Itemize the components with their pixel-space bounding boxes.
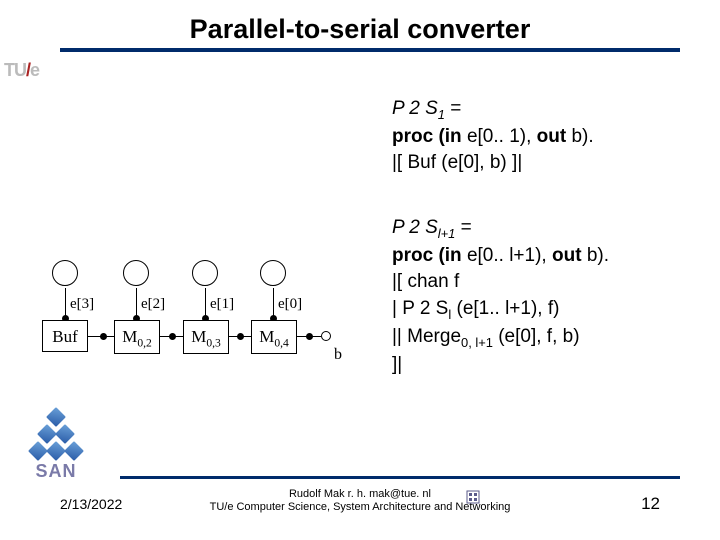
diagram: e[3] e[2] e[1] e[0] Buf M0,2 M0,3 M0,4 b [40,260,358,370]
proc-arg1: e[0.. 1), [467,126,537,147]
page-number: 12 [641,494,660,514]
dot-h3 [237,333,244,340]
l4-tail: (e[1.. l+1), f) [451,298,559,319]
spec1-body: |[ Buf (e[0], b) ]| [392,152,522,173]
san-logo: SAN [22,410,90,482]
diamond-icon [28,441,48,461]
diamond-icon [46,441,66,461]
proc-kw: proc (in [392,126,467,147]
label-b: b [334,346,342,364]
spec-block-2: P 2 Sl+1 = proc (in e[0.. l+1), out b). … [392,215,609,378]
proc-arg2: b). [571,126,593,147]
box-m03: M0,3 [183,320,229,354]
box-m02: M0,2 [114,320,160,354]
l5-head: || Merge [392,326,461,347]
diamond-icon [46,407,66,427]
bottom-rule [120,476,680,479]
m02-sub: 0,2 [137,336,151,349]
node-e0 [260,260,286,286]
label-e2: e[2] [141,296,165,313]
footer-line2: TU/e Computer Science, System Architectu… [180,501,540,514]
m02-m: M [122,327,137,346]
box-buf: Buf [42,320,88,352]
p2s2-sub: l+1 [438,226,456,241]
footer-mini-icon [466,490,480,504]
tue-logo: TU/e [4,60,39,81]
spec-block-1: P 2 S1 = proc (in e[0.. 1), out b). |[ B… [392,96,594,177]
san-text: SAN [22,461,90,482]
spec2-close: ]| [392,354,402,375]
label-e0: e[0] [278,296,302,313]
m04-m: M [259,327,274,346]
footer-date: 2/13/2022 [60,496,122,512]
p2s1-eq: = [445,98,461,119]
p2s1-sub: 1 [438,107,445,122]
footer-center: Rudolf Mak r. h. mak@tue. nl TU/e Comput… [180,488,540,514]
out-b-circ [321,331,331,341]
tue-e: e [30,60,39,80]
m04-sub: 0,4 [274,336,288,349]
diamond-icon [64,441,84,461]
out-kw: out [537,126,572,147]
dot-h2 [169,333,176,340]
proc2-kw: proc (in [392,245,467,266]
proc2-arg2: b). [587,245,609,266]
p2s2-eq: = [455,217,471,238]
slide-title: Parallel-to-serial converter [0,0,720,51]
node-e1 [192,260,218,286]
l5-tail: (e[0], f, b) [493,326,580,347]
m03-sub: 0,3 [206,336,220,349]
diamond-icon [37,424,57,444]
box-m04: M0,4 [251,320,297,354]
l5-sub: 0, l+1 [461,335,493,350]
tue-t: TU [4,60,26,80]
proc2-arg1: e[0.. l+1), [467,245,552,266]
node-e3 [52,260,78,286]
label-e3: e[3] [70,296,94,313]
footer-line1: Rudolf Mak r. h. mak@tue. nl [180,488,540,501]
dot-h4 [306,333,313,340]
p2s1-head: P 2 S [392,98,438,119]
label-e1: e[1] [210,296,234,313]
diamond-icon [55,424,75,444]
top-rule [60,48,680,52]
node-e2 [123,260,149,286]
p2s2-head: P 2 S [392,217,438,238]
chan-open: |[ chan [392,271,454,292]
chan-f: f [454,271,459,292]
m03-m: M [191,327,206,346]
out2-kw: out [552,245,587,266]
dot-h1 [100,333,107,340]
l4-head: | P 2 S [392,298,448,319]
